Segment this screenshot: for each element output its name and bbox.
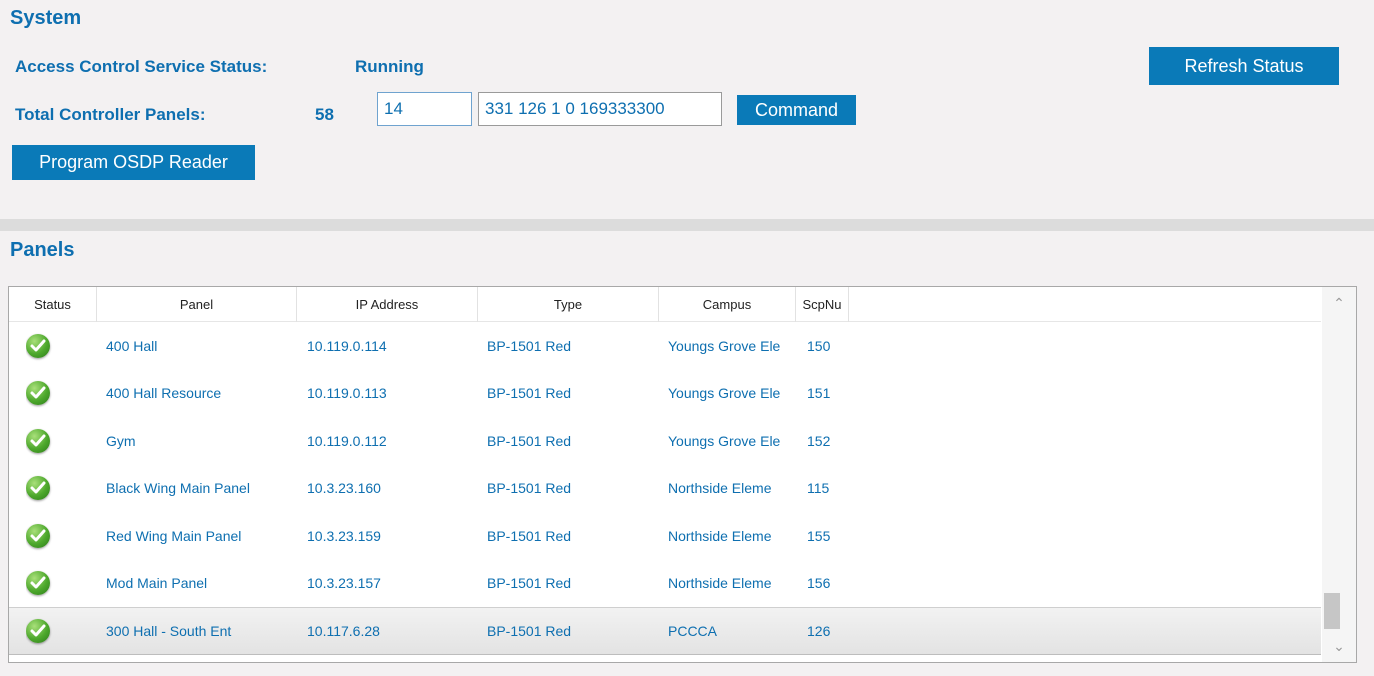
green-check-icon (26, 523, 50, 548)
program-osdp-reader-button[interactable]: Program OSDP Reader (12, 145, 255, 180)
campus: Youngs Grove Ele (668, 337, 781, 354)
grid-header: Status Panel IP Address Type Campus ScpN… (9, 287, 1321, 322)
vertical-scrollbar[interactable]: ⌃ ⌄ (1322, 287, 1356, 662)
panels-section: Panels Status Panel IP Address Type Camp… (0, 231, 1374, 676)
table-row[interactable]: Red Wing Main Panel 10.3.23.159 BP-1501 … (9, 512, 1321, 560)
column-header-panel[interactable]: Panel (97, 287, 297, 322)
panel-name: Gym (106, 432, 136, 449)
command-button[interactable]: Command (737, 95, 856, 125)
panel-name: Black Wing Main Panel (106, 480, 250, 497)
panel-type: BP-1501 Red (487, 337, 572, 354)
command-input[interactable]: 331 126 1 0 169333300 (478, 92, 722, 126)
green-check-icon (26, 476, 50, 501)
campus: Northside Eleme (668, 527, 772, 544)
column-header-type[interactable]: Type (478, 287, 659, 322)
green-check-icon (26, 333, 50, 358)
panel-type: BP-1501 Red (487, 432, 572, 449)
service-status-value: Running (355, 57, 424, 76)
green-check-icon (26, 381, 50, 406)
refresh-status-button[interactable]: Refresh Status (1149, 47, 1339, 85)
campus: Northside Eleme (668, 575, 772, 592)
table-row[interactable]: 400 Hall 10.119.0.114 BP-1501 Red Youngs… (9, 322, 1321, 370)
table-row[interactable]: 400 Hall Resource 10.119.0.113 BP-1501 R… (9, 370, 1321, 418)
panel-type: BP-1501 Red (487, 480, 572, 497)
scp-number: 152 (807, 432, 831, 449)
scroll-down-icon[interactable]: ⌄ (1322, 632, 1356, 660)
column-header-ip-address[interactable]: IP Address (297, 287, 478, 322)
column-header-scpnum[interactable]: ScpNu (796, 287, 849, 322)
panels-grid[interactable]: Status Panel IP Address Type Campus ScpN… (8, 286, 1357, 663)
system-title: System (10, 7, 82, 29)
panel-name: Red Wing Main Panel (106, 527, 242, 544)
table-row[interactable]: Black Wing Main Panel 10.3.23.160 BP-150… (9, 465, 1321, 513)
grid-rows: 400 Hall 10.119.0.114 BP-1501 Red Youngs… (9, 322, 1321, 655)
column-header-campus[interactable]: Campus (659, 287, 796, 322)
total-panels-value: 58 (315, 105, 334, 124)
green-check-icon (26, 571, 50, 596)
campus: Youngs Grove Ele (668, 432, 781, 449)
ip-address: 10.3.23.157 (307, 575, 381, 592)
panel-name: 400 Hall Resource (106, 385, 222, 402)
panel-number-input[interactable]: 14 (377, 92, 472, 126)
campus: Youngs Grove Ele (668, 385, 781, 402)
scp-number: 151 (807, 385, 831, 402)
system-section: System Access Control Service Status: Ru… (0, 0, 1374, 219)
scp-number: 150 (807, 337, 831, 354)
scp-number: 126 (807, 622, 831, 639)
scp-number: 115 (807, 480, 830, 497)
ip-address: 10.117.6.28 (307, 622, 380, 639)
panel-type: BP-1501 Red (487, 575, 572, 592)
service-status-label: Access Control Service Status: (15, 57, 268, 76)
section-divider (0, 219, 1374, 231)
panels-title: Panels (10, 239, 75, 261)
scp-number: 155 (807, 527, 831, 544)
panel-name: 400 Hall (106, 337, 158, 354)
table-row-selected[interactable]: 300 Hall - South Ent 10.117.6.28 BP-1501… (9, 607, 1321, 655)
campus: Northside Eleme (668, 480, 772, 497)
ip-address: 10.119.0.114 (307, 337, 387, 354)
ip-address: 10.119.0.112 (307, 432, 387, 449)
scroll-thumb[interactable] (1324, 593, 1340, 629)
panel-name: 300 Hall - South Ent (106, 622, 232, 639)
table-row[interactable]: Gym 10.119.0.112 BP-1501 Red Youngs Grov… (9, 417, 1321, 465)
panel-type: BP-1501 Red (487, 622, 572, 639)
campus: PCCCA (668, 622, 718, 639)
green-check-icon (26, 428, 50, 453)
ip-address: 10.119.0.113 (307, 385, 387, 402)
ip-address: 10.3.23.160 (307, 480, 381, 497)
scp-number: 156 (807, 575, 831, 592)
green-check-icon (26, 618, 50, 643)
panel-type: BP-1501 Red (487, 385, 572, 402)
table-row[interactable]: Mod Main Panel 10.3.23.157 BP-1501 Red N… (9, 560, 1321, 608)
total-panels-label: Total Controller Panels: (15, 105, 206, 124)
panel-name: Mod Main Panel (106, 575, 208, 592)
panel-type: BP-1501 Red (487, 527, 572, 544)
ip-address: 10.3.23.159 (307, 527, 381, 544)
scroll-up-icon[interactable]: ⌃ (1322, 289, 1356, 317)
column-header-status[interactable]: Status (9, 287, 97, 322)
